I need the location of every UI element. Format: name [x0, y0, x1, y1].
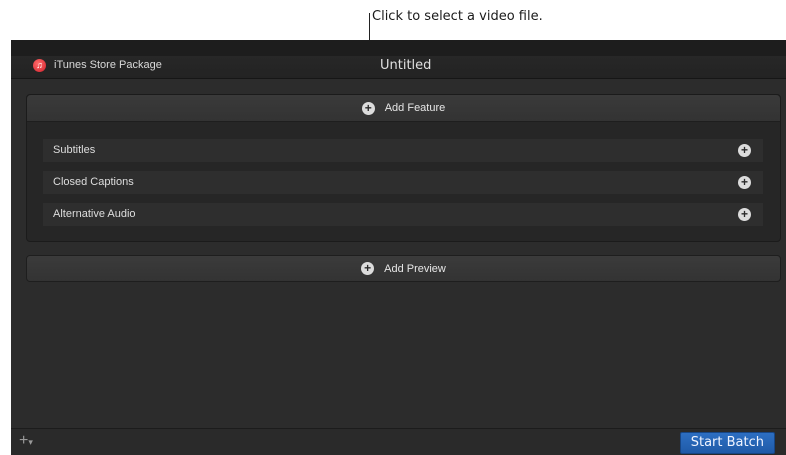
feature-row-closed-captions: Closed Captions +: [43, 170, 763, 194]
music-note-icon: ♫: [33, 59, 46, 72]
feature-row-label: Alternative Audio: [53, 208, 136, 220]
plus-circle-icon: +: [361, 262, 375, 275]
start-batch-button[interactable]: Start Batch: [679, 432, 775, 454]
package-type-label: iTunes Store Package: [54, 59, 162, 71]
title-bar: ♫ iTunes Store Package Untitled: [11, 40, 786, 79]
add-alternative-audio-icon[interactable]: +: [738, 208, 751, 221]
feature-panel: + Add Feature Subtitles + Closed Caption…: [26, 94, 781, 242]
add-feature-label: Add Feature: [384, 102, 446, 114]
document-title: Untitled: [380, 58, 432, 73]
add-preview-label: Add Preview: [384, 262, 446, 275]
app-window: ♫ iTunes Store Package Untitled + Add Fe…: [11, 40, 786, 455]
feature-row-label: Closed Captions: [53, 176, 134, 188]
feature-row-subtitles: Subtitles +: [43, 138, 763, 162]
title-bar-strip: [11, 40, 786, 56]
feature-row-alternative-audio: Alternative Audio +: [43, 202, 763, 226]
add-closed-captions-icon[interactable]: +: [738, 176, 751, 189]
add-preview-button[interactable]: + Add Preview: [26, 255, 781, 282]
plus-circle-icon: +: [361, 101, 375, 115]
feature-row-label: Subtitles: [53, 144, 96, 156]
plus-icon[interactable]: +▾: [19, 432, 33, 450]
add-feature-button[interactable]: + Add Feature: [27, 95, 780, 122]
bottom-toolbar: +▾ Start Batch: [11, 428, 786, 455]
callout-text: Click to select a video file.: [372, 9, 543, 24]
add-subtitles-icon[interactable]: +: [738, 144, 751, 157]
